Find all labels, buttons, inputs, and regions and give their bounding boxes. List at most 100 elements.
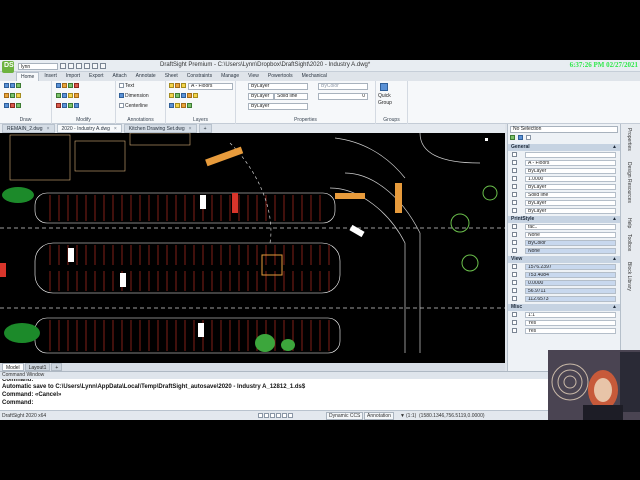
quick-select-icon[interactable] — [518, 135, 523, 140]
layer-state-icon[interactable] — [169, 93, 199, 100]
transparency-field[interactable]: 0 — [318, 93, 368, 100]
drawing-canvas[interactable] — [0, 133, 505, 363]
section-view[interactable]: View ▲ — [508, 256, 620, 263]
close-icon[interactable]: × — [114, 126, 117, 132]
annotation-dropdown[interactable]: Annotation — [364, 412, 394, 420]
prop-row: 56.9711 — [508, 287, 620, 295]
view-height-icon — [512, 288, 517, 293]
annotation-scale: (1:1) — [406, 413, 417, 419]
tab-manage[interactable]: Manage — [217, 72, 243, 81]
layer-tools-icon[interactable] — [169, 83, 187, 90]
selection-dropdown[interactable]: No Selection — [510, 126, 618, 133]
tab-insert[interactable]: Insert — [40, 72, 61, 81]
dimension-button[interactable]: Dimension — [119, 93, 149, 100]
copy-tool-icon[interactable] — [56, 93, 80, 100]
webcam-image — [548, 350, 640, 420]
linestyle-dropdown[interactable]: Solid line — [274, 93, 308, 100]
add-layout-button[interactable]: + — [51, 363, 63, 371]
chevron-up-icon: ▲ — [612, 144, 617, 150]
printstyle-table-icon — [512, 232, 517, 237]
toggle-pickadd-icon[interactable] — [526, 135, 531, 140]
group-label-properties: Properties — [294, 117, 317, 123]
centerline-button[interactable]: Centerline — [119, 103, 148, 110]
tab-attach[interactable]: Attach — [108, 72, 130, 81]
save-icon[interactable] — [76, 63, 82, 69]
select-objects-icon[interactable] — [510, 135, 515, 140]
text-icon — [119, 83, 124, 89]
close-icon[interactable]: × — [189, 126, 192, 132]
open-file-icon[interactable] — [68, 63, 74, 69]
line-tool-icon[interactable] — [4, 83, 22, 90]
side-tab-help[interactable]: Help — [626, 218, 632, 228]
section-general[interactable]: General ▲ — [508, 144, 620, 151]
side-tab-design-resources[interactable]: Design Resources — [626, 162, 632, 203]
linetype-icon — [512, 192, 517, 197]
section-printstyle[interactable]: PrintStyle ▲ — [508, 216, 620, 223]
tab-constraints[interactable]: Constraints — [183, 72, 216, 81]
grid-icon[interactable] — [264, 413, 269, 419]
tab-layout1[interactable]: Layout1 — [24, 363, 51, 371]
group-label-layers: Layers — [192, 117, 208, 123]
side-tab-block-library[interactable]: Block Library — [626, 262, 632, 291]
layer3-dropdown[interactable]: ByLayer — [248, 103, 308, 110]
quick-access-toolbar: lynn — [18, 62, 106, 70]
tab-import[interactable]: Import — [62, 72, 84, 81]
bycolor-dropdown[interactable]: ByColor — [318, 83, 368, 90]
layer-freeze-icon[interactable] — [169, 103, 193, 110]
quick-group-button[interactable] — [380, 83, 389, 91]
clock-overlay: 6:37:26 PM 02/27/2021 — [569, 61, 638, 69]
tab-powertools[interactable]: Powertools — [264, 72, 297, 81]
prop-row: 112.6573 — [508, 295, 620, 303]
view-width-icon — [512, 296, 517, 301]
prop-row: A - Floors — [508, 159, 620, 167]
tab-view[interactable]: View — [244, 72, 263, 81]
lineweight-dropdown[interactable]: ByLayer — [248, 93, 274, 100]
new-tab-button[interactable]: + — [198, 124, 212, 133]
doc-tab-remain[interactable]: REMAIN_2.dwg × — [2, 124, 55, 133]
printstyle-icon — [512, 224, 517, 229]
trim-tool-icon[interactable] — [56, 103, 80, 110]
prop-row: None — [508, 231, 620, 239]
doc-tab-kitchen[interactable]: Kitchen Drawing Set.dwg × — [123, 124, 197, 133]
tab-home[interactable]: Home — [16, 72, 40, 81]
new-file-icon[interactable] — [60, 63, 66, 69]
tab-export[interactable]: Export — [85, 72, 107, 81]
tab-model[interactable]: Model — [2, 363, 24, 371]
ortho-icon[interactable] — [270, 413, 275, 419]
doc-tab-industry[interactable]: 2020 - Industry A.dwg × — [56, 124, 122, 133]
print-icon[interactable] — [84, 63, 90, 69]
side-tab-toolbox[interactable]: Toolbox — [626, 234, 632, 251]
close-icon[interactable]: × — [47, 126, 50, 132]
tab-annotate[interactable]: Annotate — [132, 72, 160, 81]
undo-icon[interactable] — [92, 63, 98, 69]
group-layers: A - Floors Layers — [166, 81, 236, 124]
tab-mechanical[interactable]: Mechanical — [298, 72, 331, 81]
prop-row: ByLayer — [508, 167, 620, 175]
dropdown-arrow-icon[interactable]: ▼ — [400, 412, 405, 420]
layer-dropdown[interactable]: A - Floors — [188, 83, 233, 90]
redo-icon[interactable] — [100, 63, 106, 69]
snap-icon[interactable] — [258, 413, 263, 419]
group-label-draw: Draw — [19, 117, 32, 123]
section-misc[interactable]: Misc ▲ — [508, 304, 620, 311]
logo-text: DS — [4, 62, 14, 69]
app-logo-icon[interactable]: DS — [2, 61, 14, 73]
etrack-icon[interactable] — [288, 413, 293, 419]
quick-group-label2: Group — [378, 100, 392, 106]
prop-row: ByLayer — [508, 183, 620, 191]
esnap-icon[interactable] — [282, 413, 287, 419]
move-tool-icon[interactable] — [56, 83, 80, 90]
side-tab-properties[interactable]: Properties — [626, 128, 632, 151]
prop-row: Yes — [508, 327, 620, 335]
print-table-attached-icon — [512, 248, 517, 253]
circle-tool-icon[interactable] — [4, 93, 22, 100]
tab-sheet[interactable]: Sheet — [161, 72, 182, 81]
arc-tool-icon[interactable] — [4, 103, 22, 110]
polar-icon[interactable] — [276, 413, 281, 419]
dynamic-ccs-toggle[interactable]: Dynamic CCS — [326, 412, 364, 420]
user-field[interactable]: lynn — [18, 62, 58, 70]
color-dropdown[interactable]: ByLayer — [248, 83, 308, 90]
text-button[interactable]: Text — [119, 83, 134, 90]
command-input[interactable]: Command: — [0, 399, 640, 407]
command-history-line: Command: «Cancel» — [2, 392, 62, 398]
